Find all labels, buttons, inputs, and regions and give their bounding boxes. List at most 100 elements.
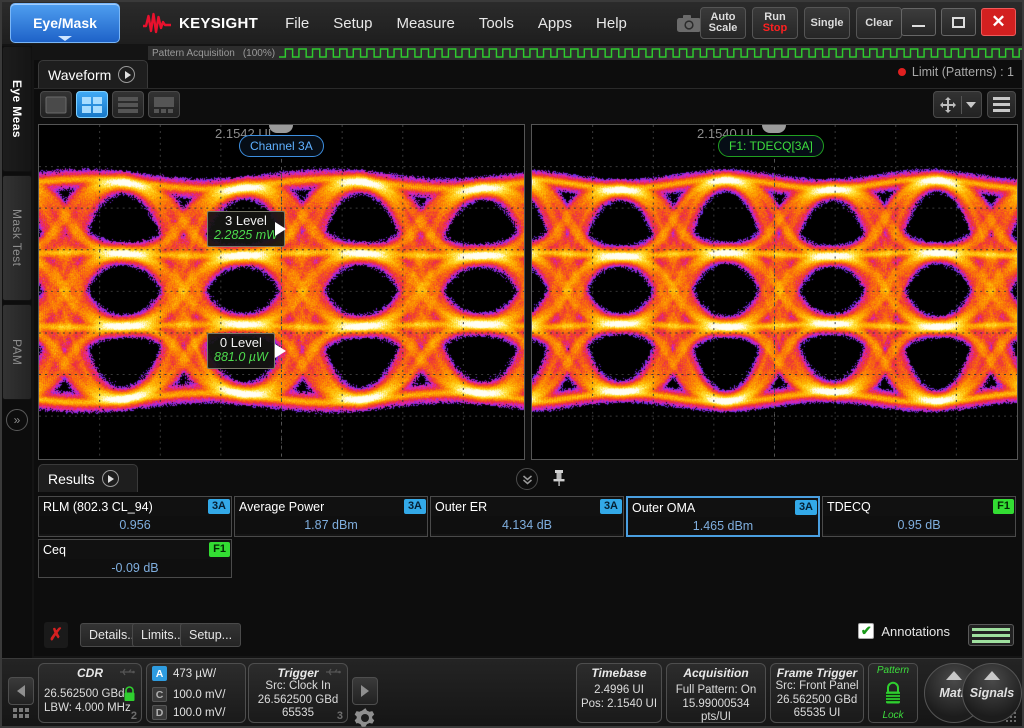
grid-menu-button[interactable] [8, 705, 34, 721]
channel-row-d[interactable]: D 100.0 mV/ [147, 705, 245, 720]
frame-trigger-length: 65535 UI [771, 707, 863, 721]
measurement-name: TDECQ [827, 500, 871, 514]
maximize-icon [952, 17, 965, 28]
measurement-cell-ceq[interactable]: Ceq F1 -0.09 dB [38, 539, 232, 578]
timebase-card[interactable]: Timebase 2.4996 UI Pos: 2.1540 UI [576, 663, 662, 723]
measurement-cell-outer-er[interactable]: Outer ER 3A 4.134 dB [430, 496, 624, 537]
eye-diagram-grid-left[interactable]: 2.1542 UI Channel 3A 3 Level 2.2825 mW 0… [38, 124, 525, 460]
menu-tools[interactable]: Tools [468, 9, 525, 38]
annotations-checkbox[interactable]: ✔ Annotations [858, 623, 950, 639]
pattern-acquisition-strip: Pattern Acquisition (100%) [148, 46, 1022, 60]
single-button[interactable]: Single [804, 7, 850, 39]
sidebar-item-pam[interactable]: PAM [2, 304, 32, 400]
channel-row-a[interactable]: A 473 µW/ [147, 666, 245, 681]
results-pin-button[interactable] [552, 469, 566, 492]
keysight-logo: KEYSIGHT [142, 12, 258, 34]
measurement-cell-outer-oma[interactable]: Outer OMA 3A 1.465 dBm [626, 496, 820, 537]
tab-waveform[interactable]: Waveform [38, 60, 148, 88]
pattern-lock-bottom-label: Lock [882, 710, 903, 721]
pattern-lock-indicator[interactable]: Pattern Lock [868, 663, 918, 723]
measurement-badge: 3A [600, 499, 622, 514]
brand-name: KEYSIGHT [179, 15, 258, 32]
sidebar-expand-button[interactable]: » [2, 403, 32, 437]
results-collapse-button[interactable] [516, 468, 538, 490]
measurement-value: -0.09 dB [39, 559, 231, 577]
window-controls: ✕ [901, 8, 1016, 36]
annotations-style-button[interactable] [968, 624, 1014, 646]
chevron-up-icon [984, 671, 1000, 680]
channel-a-value: 473 µW/ [173, 668, 216, 680]
setup-button[interactable]: Setup... [180, 623, 241, 647]
cdr-lbw: LBW: 4.000 MHz [39, 702, 141, 716]
scroll-right-button[interactable] [352, 677, 378, 705]
channels-card[interactable]: A 473 µW/ C 100.0 mV/ D 100.0 mV/ [146, 663, 246, 723]
chevron-down-icon[interactable] [966, 102, 976, 108]
frame-trigger-card[interactable]: Frame Trigger Src: Front Panel 26.562500… [770, 663, 864, 723]
source-badge-f1-tdecq[interactable]: F1: TDECQ[3A] [718, 135, 824, 157]
pattern-acquisition-percent: (100%) [243, 48, 275, 59]
tab-results[interactable]: Results [38, 464, 138, 492]
menu-apps[interactable]: Apps [527, 9, 583, 38]
measurement-value: 1.465 dBm [628, 517, 818, 535]
measurement-name: Average Power [239, 500, 324, 514]
keysight-wave-icon [142, 12, 172, 34]
layout-mixed-grid-button[interactable] [148, 91, 180, 118]
eye-mask-mode-button[interactable]: Eye/Mask [10, 3, 120, 43]
layout-stacked-grid-button[interactable] [112, 91, 144, 118]
trigger-card[interactable]: Trigger Src: Clock In 26.562500 GBd 6553… [248, 663, 348, 723]
marker-0-level-arrow [275, 344, 286, 358]
annotations-label: Annotations [881, 624, 950, 639]
measurement-cell-tdecq[interactable]: TDECQ F1 0.95 dB [822, 496, 1016, 537]
minimize-button[interactable] [901, 8, 936, 36]
maximize-button[interactable] [941, 8, 976, 36]
layout-quad-grid-button[interactable] [76, 91, 108, 118]
move-tool-button[interactable] [933, 91, 982, 118]
auto-scale-button[interactable]: Auto Scale [700, 7, 746, 39]
sidebar-item-mask-test[interactable]: Mask Test [2, 175, 32, 301]
menu-measure[interactable]: Measure [385, 9, 465, 38]
close-button[interactable]: ✕ [981, 8, 1016, 36]
chevron-double-right-icon: » [6, 409, 28, 431]
run-stop-button[interactable]: Run Stop [752, 7, 798, 39]
menu-file[interactable]: File [274, 9, 320, 38]
channel-a-toggle[interactable]: A [152, 666, 167, 681]
marker-3-level[interactable]: 3 Level 2.2825 mW [207, 211, 285, 247]
measurement-cell-rlm[interactable]: RLM (802.3 CL_94) 3A 0.956 [38, 496, 232, 537]
settings-button[interactable] [350, 703, 380, 728]
cdr-card[interactable]: CDR 26.562500 GBd LBW: 4.000 MHz 2 [38, 663, 142, 723]
acquisition-card[interactable]: Acquisition Full Pattern: On 15.99000534… [666, 663, 766, 723]
marker-0-level[interactable]: 0 Level 881.0 µW [207, 333, 275, 369]
play-icon[interactable] [102, 470, 119, 487]
waveform-menu-button[interactable] [987, 91, 1016, 118]
channel-d-toggle[interactable]: D [152, 705, 167, 720]
lock-icon [883, 681, 903, 705]
cdr-index: 2 [131, 710, 137, 722]
application-window: Eye/Mask KEYSIGHT File Setup Measure Too… [0, 0, 1024, 728]
marker-3-level-title: 3 Level [214, 213, 278, 228]
measurement-badge: 3A [795, 500, 817, 515]
menu-setup[interactable]: Setup [322, 9, 383, 38]
limit-status-dot [898, 68, 906, 76]
resize-grip-icon[interactable] [1006, 712, 1018, 724]
channel-row-c[interactable]: C 100.0 mV/ [147, 687, 245, 702]
waveform-toolbar [34, 88, 1022, 120]
source-badge-channel-3a[interactable]: Channel 3A [239, 135, 324, 157]
close-measurements-button[interactable]: ✗ [44, 622, 68, 648]
play-icon[interactable] [118, 66, 135, 83]
run-control-buttons: Auto Scale Run Stop Single Clear [700, 7, 902, 39]
sidebar-item-label-eye-meas: Eye Meas [10, 80, 24, 138]
pattern-progress-waveform [279, 46, 1022, 60]
marker-0-level-value: 881.0 µW [214, 350, 268, 365]
sidebar-item-eye-meas[interactable]: Eye Meas [2, 46, 32, 172]
scroll-left-button[interactable] [8, 677, 34, 705]
trigger-length: 65535 [249, 707, 347, 721]
clear-button[interactable]: Clear [856, 7, 902, 39]
channel-c-toggle[interactable]: C [152, 687, 167, 702]
layout-single-grid-button[interactable] [40, 91, 72, 118]
sidebar-item-label-pam: PAM [10, 339, 24, 365]
measurement-cell-average-power[interactable]: Average Power 3A 1.87 dBm [234, 496, 428, 537]
menu-help[interactable]: Help [585, 9, 638, 38]
waveform-toolbar-right [933, 91, 1016, 118]
eye-diagram-grid-right[interactable]: 2.1540 UI F1: TDECQ[3A] [531, 124, 1018, 460]
measurement-name: RLM (802.3 CL_94) [43, 500, 153, 514]
